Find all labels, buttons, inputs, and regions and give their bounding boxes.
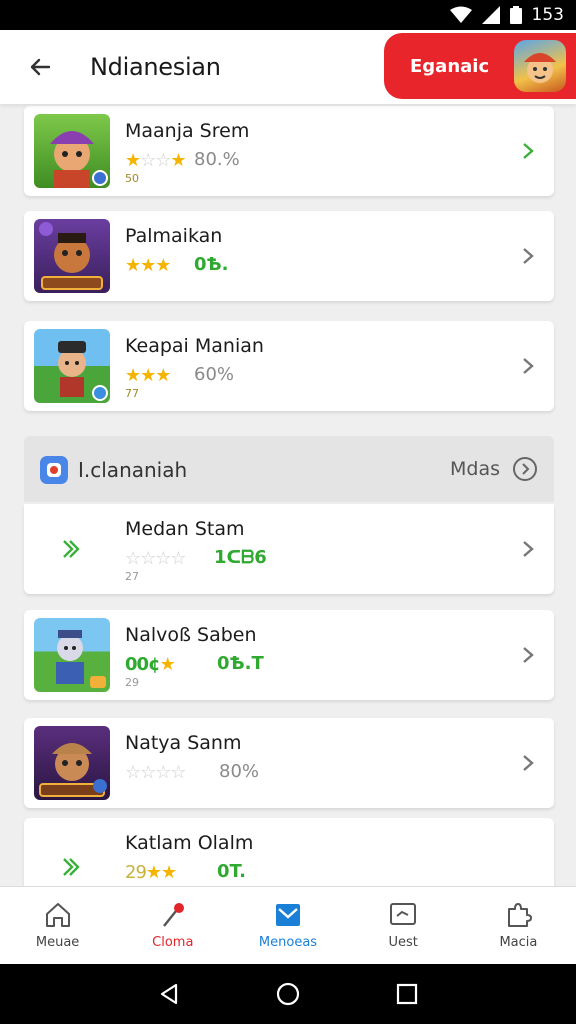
double-chevron-icon bbox=[58, 534, 84, 564]
item-title: Katlam Olalm bbox=[125, 832, 254, 854]
game-thumbnail bbox=[34, 114, 110, 188]
section-app-icon bbox=[40, 456, 68, 484]
chevron-right-icon[interactable] bbox=[516, 536, 540, 562]
rating-value: 0Ѣ.T bbox=[217, 653, 264, 674]
rating-value: 80.% bbox=[194, 149, 240, 170]
star-rating: ☆☆☆☆ bbox=[125, 548, 187, 569]
star-rating: ★★★ bbox=[125, 255, 171, 276]
nav-home-label: Meuae bbox=[35, 935, 80, 950]
rating-value: 1ᑕᗷ6 bbox=[214, 547, 267, 568]
double-chevron-icon bbox=[58, 852, 84, 882]
nav-messages[interactable]: Menoeas bbox=[230, 887, 345, 964]
promo-button[interactable]: Eganaic bbox=[384, 33, 576, 99]
item-subtext: 29 bbox=[125, 676, 139, 689]
item-subtext: 27 bbox=[125, 570, 139, 583]
home-circle-icon[interactable] bbox=[268, 974, 308, 1014]
bottom-nav: Meuae Cloma Menoeas Uest Macia bbox=[0, 886, 576, 964]
promo-avatar bbox=[514, 40, 566, 92]
nav-macia[interactable]: Macia bbox=[461, 887, 576, 964]
game-thumbnail bbox=[34, 329, 110, 403]
star-rating: ★☆☆★ bbox=[125, 150, 187, 171]
home-icon bbox=[45, 903, 70, 927]
rating-value: 0Ѣ. bbox=[194, 254, 229, 275]
list-item[interactable]: Palmaikan ★★★ 0Ѣ. bbox=[24, 211, 554, 301]
status-bar: 153 bbox=[0, 0, 576, 30]
star-rating: 00¢★ bbox=[125, 654, 176, 675]
chevron-right-icon[interactable] bbox=[516, 750, 540, 776]
recents-square-icon[interactable] bbox=[387, 974, 427, 1014]
list-item[interactable]: Nalvoß Saben 00¢★ 0Ѣ.T 29 bbox=[24, 610, 554, 700]
back-button[interactable] bbox=[20, 47, 60, 87]
system-nav-bar bbox=[0, 964, 576, 1024]
item-title: Medan Stam bbox=[125, 518, 245, 540]
nav-cloma-label: Cloma bbox=[152, 935, 194, 950]
battery-icon bbox=[509, 6, 522, 24]
star-rating: ★★★ bbox=[125, 365, 171, 386]
mail-icon bbox=[276, 904, 300, 926]
item-title: Palmaikan bbox=[125, 225, 223, 247]
item-title: Maanja Srem bbox=[125, 120, 250, 142]
more-button[interactable]: Mdas bbox=[450, 456, 538, 482]
status-time: 153 bbox=[531, 5, 564, 25]
stars-prefix: 00¢ bbox=[125, 654, 161, 675]
page-title: Ndianesian bbox=[90, 53, 221, 81]
game-thumbnail bbox=[34, 618, 110, 692]
wifi-icon bbox=[449, 6, 472, 24]
list-item[interactable]: Katlam Olalm 29★★ 0T. bbox=[24, 818, 554, 886]
app-bar: Ndianesian Eganaic bbox=[0, 30, 576, 104]
nav-uest[interactable]: Uest bbox=[346, 887, 461, 964]
nav-home[interactable]: Meuae bbox=[0, 887, 115, 964]
puzzle-icon bbox=[508, 903, 533, 927]
chevron-right-icon[interactable] bbox=[516, 138, 540, 164]
chevron-right-icon[interactable] bbox=[516, 642, 540, 668]
item-title: Keapai Manian bbox=[125, 335, 264, 357]
more-label: Mdas bbox=[450, 458, 500, 480]
item-title: Nalvoß Saben bbox=[125, 624, 257, 646]
arrow-left-icon bbox=[30, 58, 51, 76]
list-item[interactable]: Keapai Manian ★★★ 60% 77 bbox=[24, 321, 554, 411]
nav-messages-label: Menoeas bbox=[258, 935, 318, 950]
chevron-right-icon[interactable] bbox=[516, 353, 540, 379]
nav-uest-label: Uest bbox=[388, 935, 418, 950]
screen-icon bbox=[390, 903, 417, 925]
section-header: I.clananiah Mdas bbox=[24, 436, 554, 502]
stars-prefix: 29 bbox=[125, 862, 147, 883]
item-subtext: 50 bbox=[125, 172, 139, 185]
item-title: Natya Sanm bbox=[125, 732, 242, 754]
chevron-right-icon[interactable] bbox=[516, 243, 540, 269]
rating-value: 60% bbox=[194, 364, 235, 385]
pin-icon bbox=[162, 903, 184, 927]
nav-macia-label: Macia bbox=[499, 935, 538, 950]
section-title: I.clananiah bbox=[78, 458, 188, 482]
rating-value: 80% bbox=[219, 761, 260, 782]
content-list: Maanja Srem ★☆☆★ 80.% 50 Palmaikan ★★★ 0… bbox=[0, 104, 576, 886]
signal-icon bbox=[481, 6, 500, 24]
list-item[interactable]: Maanja Srem ★☆☆★ 80.% 50 bbox=[24, 106, 554, 196]
game-thumbnail bbox=[34, 219, 110, 293]
star-rating: ☆☆☆☆ bbox=[125, 762, 187, 783]
item-subtext: 77 bbox=[125, 387, 139, 400]
back-triangle-icon[interactable] bbox=[149, 974, 189, 1014]
promo-label: Eganaic bbox=[410, 55, 490, 77]
circle-chevron-right-icon bbox=[513, 457, 537, 481]
rating-value: 0T. bbox=[217, 861, 246, 882]
star-rating: 29★★ bbox=[125, 862, 177, 883]
list-item[interactable]: Medan Stam ☆☆☆☆ 1ᑕᗷ6 27 bbox=[24, 504, 554, 594]
nav-cloma[interactable]: Cloma bbox=[115, 887, 230, 964]
list-item[interactable]: Natya Sanm ☆☆☆☆ 80% bbox=[24, 718, 554, 808]
game-thumbnail bbox=[34, 726, 110, 800]
